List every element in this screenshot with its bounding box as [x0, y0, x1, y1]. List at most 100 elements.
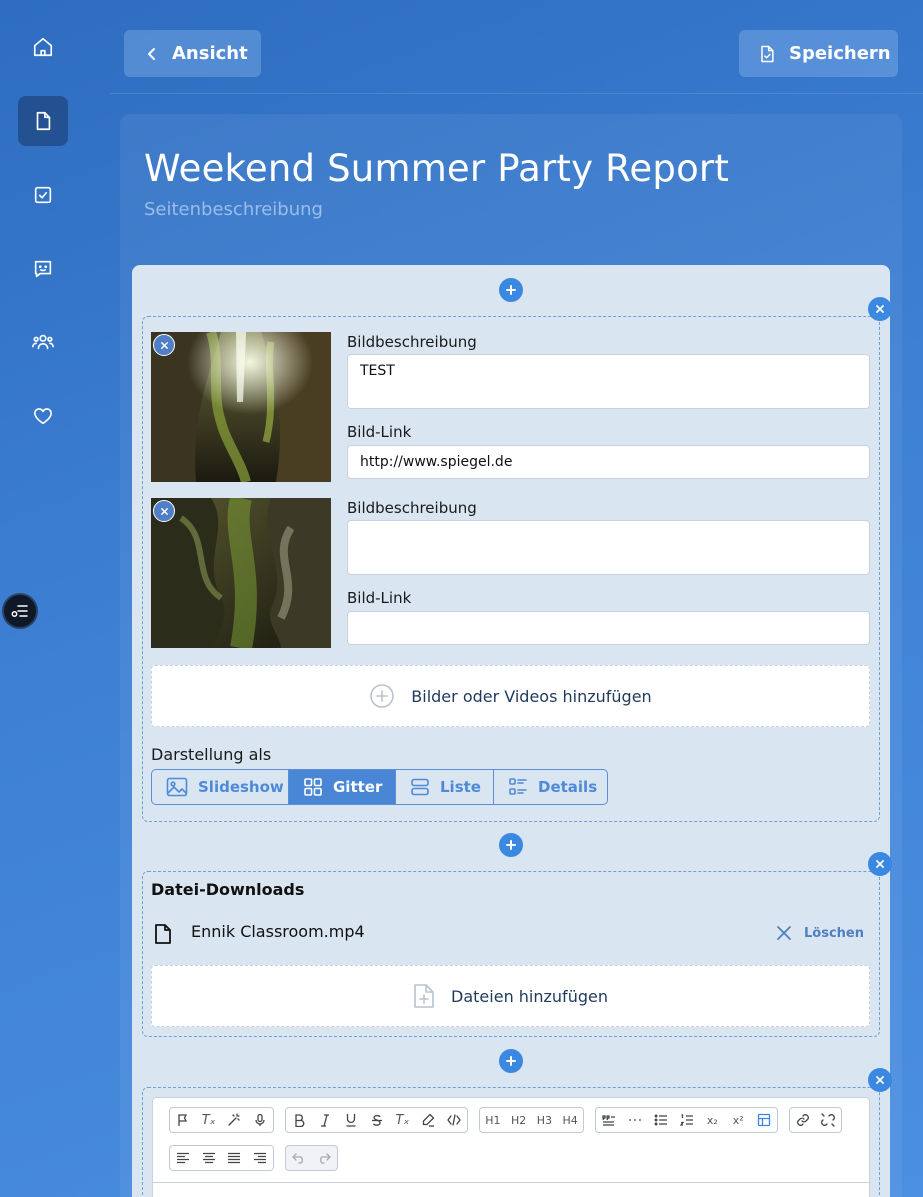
bullet-list-icon: [654, 1114, 668, 1126]
page-description-input[interactable]: Seitenbeschreibung: [144, 199, 323, 220]
delete-file-button[interactable]: Löschen: [776, 925, 864, 941]
align-justify-button[interactable]: [222, 1146, 248, 1170]
close-icon: [876, 1076, 884, 1084]
close-icon: [776, 925, 792, 941]
flag-icon: [176, 1113, 190, 1127]
unlink-button[interactable]: [816, 1108, 842, 1132]
chat-smile-icon: [32, 258, 54, 280]
plus-circle-icon: [369, 683, 395, 709]
align-center-button[interactable]: [196, 1146, 222, 1170]
add-media-label: Bilder oder Videos hinzufügen: [411, 686, 652, 706]
add-block-button[interactable]: [499, 278, 523, 302]
heading-4-button[interactable]: H4: [557, 1108, 583, 1132]
floating-tools-button[interactable]: [2, 593, 38, 629]
image-description-input[interactable]: TEST: [347, 354, 870, 409]
display-option-list[interactable]: Liste: [395, 769, 494, 805]
display-mode-label: Darstellung als: [151, 745, 272, 764]
back-button[interactable]: Ansicht: [124, 30, 261, 77]
close-icon: [876, 305, 884, 313]
add-media-dropzone[interactable]: Bilder oder Videos hinzufügen: [151, 665, 870, 727]
highlight-button[interactable]: [415, 1108, 441, 1132]
heading-2-button[interactable]: H2: [506, 1108, 532, 1132]
gallery-image-thumbnail: [151, 498, 331, 648]
italic-button[interactable]: [312, 1108, 338, 1132]
add-block-button[interactable]: [499, 833, 523, 857]
image-link-input[interactable]: [347, 611, 870, 645]
clear-format-button[interactable]: Tₓ: [196, 1108, 222, 1132]
delete-file-label: Löschen: [804, 925, 864, 941]
toolbar-group-align: [169, 1145, 274, 1171]
undo-button[interactable]: [286, 1146, 312, 1170]
link-icon: [796, 1113, 810, 1127]
sidebar-item-pages[interactable]: [18, 96, 68, 146]
remove-image-button[interactable]: [153, 500, 175, 522]
add-block-button[interactable]: [499, 1049, 523, 1073]
gallery-image-thumbnail: [151, 332, 331, 482]
align-right-icon: [253, 1152, 267, 1164]
plus-icon: [506, 1056, 516, 1066]
display-option-label: Liste: [440, 778, 481, 796]
magic-wand-icon: [227, 1113, 241, 1127]
remove-format-button[interactable]: Tₓ: [389, 1108, 415, 1132]
dictation-button[interactable]: [247, 1108, 273, 1132]
remove-text-block-button[interactable]: [868, 1068, 892, 1092]
add-files-dropzone[interactable]: Dateien hinzufügen: [151, 965, 870, 1027]
link-button[interactable]: [790, 1108, 816, 1132]
sidebar-item-tasks[interactable]: [18, 170, 68, 220]
sidebar-item-messages[interactable]: [18, 244, 68, 294]
save-button[interactable]: Speichern: [739, 30, 898, 77]
toolbar-group-inline: Tₓ: [285, 1107, 468, 1133]
display-option-details[interactable]: Details: [493, 769, 608, 805]
subscript-button[interactable]: x₂: [699, 1108, 725, 1132]
redo-button[interactable]: [312, 1146, 338, 1170]
align-right-button[interactable]: [247, 1146, 273, 1170]
bold-button[interactable]: [286, 1108, 312, 1132]
align-left-icon: [176, 1152, 190, 1164]
magic-button[interactable]: [222, 1108, 248, 1132]
display-option-label: Gitter: [333, 778, 383, 796]
download-file-name: Ennik Classroom.mp4: [191, 922, 365, 941]
image-link-input[interactable]: http://www.spiegel.de: [347, 445, 870, 479]
redo-icon: [317, 1152, 332, 1164]
close-icon: [876, 860, 884, 868]
strikethrough-button[interactable]: [364, 1108, 390, 1132]
heading-3-button[interactable]: H3: [532, 1108, 558, 1132]
align-left-button[interactable]: [170, 1146, 196, 1170]
ordered-list-button[interactable]: [674, 1108, 700, 1132]
blockquote-button[interactable]: [596, 1108, 622, 1132]
remove-image-button[interactable]: [153, 334, 175, 356]
superscript-button[interactable]: x²: [725, 1108, 751, 1132]
image-link-label: Bild-Link: [347, 423, 412, 441]
heading-1-button[interactable]: H1: [480, 1108, 506, 1132]
undo-icon: [291, 1152, 306, 1164]
underline-icon: [345, 1113, 357, 1127]
remove-downloads-block-button[interactable]: [868, 852, 892, 876]
image-description-label: Bildbeschreibung: [347, 499, 477, 517]
display-option-grid[interactable]: Gitter: [288, 769, 396, 805]
align-center-icon: [202, 1152, 216, 1164]
align-justify-icon: [227, 1152, 241, 1164]
underline-button[interactable]: [338, 1108, 364, 1132]
sidebar-item-home[interactable]: [18, 22, 68, 72]
users-icon: [31, 331, 55, 353]
remove-gallery-block-button[interactable]: [868, 297, 892, 321]
bullet-list-button[interactable]: [648, 1108, 674, 1132]
home-icon: [32, 36, 54, 58]
page-title[interactable]: Weekend Summer Party Report: [144, 147, 729, 190]
horizontal-rule-button[interactable]: [622, 1108, 648, 1132]
sidebar-item-favorites[interactable]: [18, 391, 68, 441]
close-icon: [160, 341, 168, 349]
toolbar-group-history: [285, 1145, 338, 1171]
list-details-icon: [508, 777, 528, 797]
unlink-icon: [821, 1113, 836, 1127]
chevron-left-icon: [144, 46, 160, 62]
table-button[interactable]: [751, 1108, 777, 1132]
file-plus-icon: [413, 983, 435, 1009]
image-icon: [166, 777, 188, 797]
flag-button[interactable]: [170, 1108, 196, 1132]
code-button[interactable]: [441, 1108, 467, 1132]
sidebar-item-groups[interactable]: [18, 317, 68, 367]
image-description-input[interactable]: [347, 520, 870, 575]
image-link-label: Bild-Link: [347, 589, 412, 607]
display-option-slideshow[interactable]: Slideshow: [151, 769, 289, 805]
